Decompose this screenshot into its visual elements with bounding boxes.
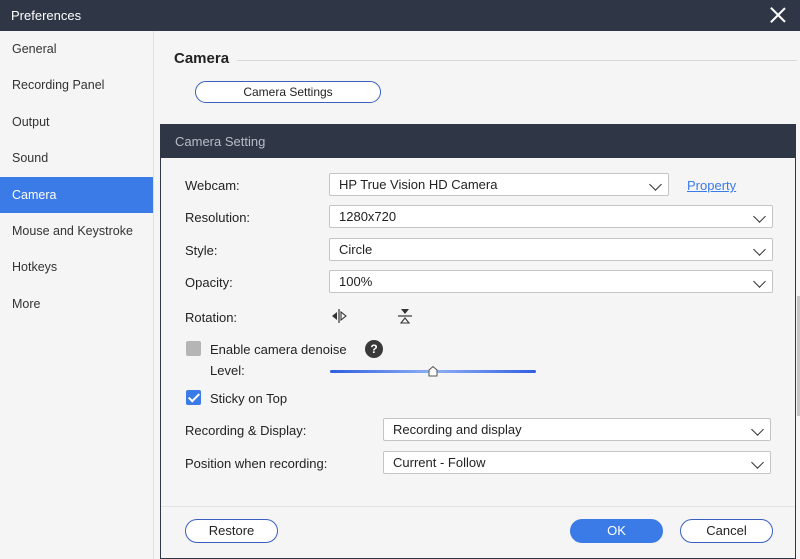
section-title: Camera — [174, 50, 230, 67]
restore-button[interactable]: Restore — [185, 519, 278, 543]
recording-display-label: Recording & Display: — [185, 423, 307, 438]
sidebar-item-hotkeys[interactable]: Hotkeys — [0, 249, 153, 285]
dialog-title: Camera Setting — [161, 125, 795, 158]
level-slider-thumb[interactable] — [428, 366, 438, 377]
resolution-value: 1280x720 — [339, 209, 397, 224]
resolution-label: Resolution: — [185, 210, 251, 225]
sidebar-item-output[interactable]: Output — [0, 104, 153, 140]
ok-button[interactable]: OK — [570, 519, 663, 543]
sticky-on-top-label: Sticky on Top — [210, 391, 288, 406]
denoise-checkbox[interactable] — [186, 341, 201, 356]
position-select[interactable]: Current - Follow — [383, 451, 771, 474]
footer-divider — [161, 506, 795, 507]
title-bar: Preferences — [0, 0, 800, 31]
chevron-down-icon — [751, 423, 764, 436]
opacity-value: 100% — [339, 274, 373, 289]
chevron-down-icon — [753, 243, 766, 256]
help-icon[interactable]: ? — [365, 340, 383, 358]
sidebar-item-camera[interactable]: Camera — [0, 176, 153, 213]
camera-setting-dialog: Camera Setting Webcam: HP True Vision HD… — [160, 124, 796, 559]
webcam-select[interactable]: HP True Vision HD Camera — [329, 173, 669, 196]
sidebar-item-general[interactable]: General — [0, 31, 153, 67]
chevron-down-icon — [753, 275, 766, 288]
sticky-on-top-checkbox[interactable] — [186, 390, 201, 405]
flip-vertical-icon[interactable] — [396, 307, 414, 325]
sidebar-item-mouse-and-keystroke[interactable]: Mouse and Keystroke — [0, 213, 153, 249]
style-select[interactable]: Circle — [329, 238, 773, 261]
flip-horizontal-icon[interactable] — [330, 307, 348, 325]
position-label: Position when recording: — [185, 456, 328, 471]
level-label: Level: — [210, 363, 245, 378]
denoise-label: Enable camera denoise — [210, 342, 347, 357]
rotation-label: Rotation: — [185, 310, 238, 325]
style-value: Circle — [339, 242, 373, 257]
sidebar: General Recording Panel Output Sound Cam… — [0, 31, 154, 559]
sidebar-item-more[interactable]: More — [0, 286, 153, 322]
recording-display-value: Recording and display — [393, 422, 522, 437]
window-title: Preferences — [11, 8, 82, 23]
close-icon[interactable] — [770, 7, 786, 23]
sidebar-item-sound[interactable]: Sound — [0, 140, 153, 176]
property-link[interactable]: Property — [687, 178, 736, 193]
opacity-label: Opacity: — [185, 275, 233, 290]
webcam-value: HP True Vision HD Camera — [339, 177, 498, 192]
position-value: Current - Follow — [393, 455, 486, 470]
style-label: Style: — [185, 243, 218, 258]
chevron-down-icon — [751, 456, 764, 469]
cancel-button[interactable]: Cancel — [680, 519, 773, 543]
opacity-select[interactable]: 100% — [329, 270, 773, 293]
resolution-select[interactable]: 1280x720 — [329, 205, 773, 228]
sidebar-item-recording-panel[interactable]: Recording Panel — [0, 67, 153, 103]
chevron-down-icon — [649, 178, 662, 191]
recording-display-select[interactable]: Recording and display — [383, 418, 771, 441]
section-divider — [237, 60, 797, 61]
camera-settings-button[interactable]: Camera Settings — [195, 81, 381, 103]
webcam-label: Webcam: — [185, 178, 240, 193]
chevron-down-icon — [753, 210, 766, 223]
